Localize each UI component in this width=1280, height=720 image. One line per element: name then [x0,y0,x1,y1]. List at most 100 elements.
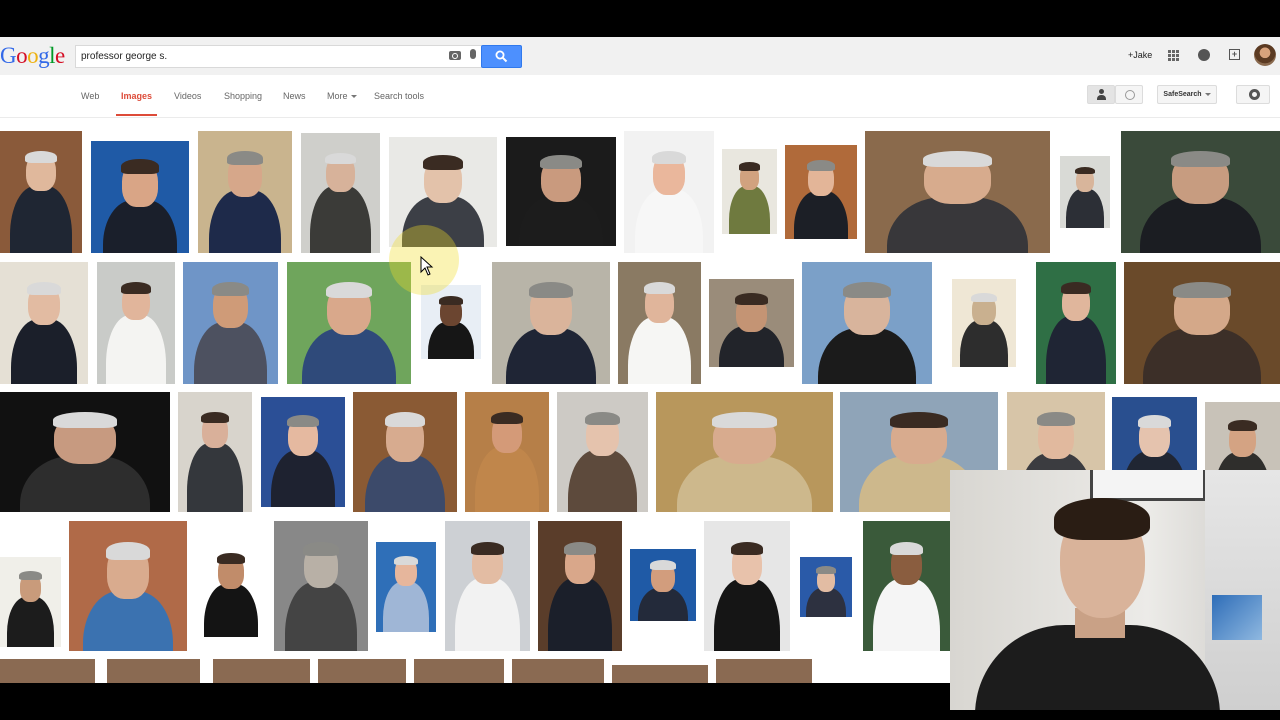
camera-icon[interactable] [449,51,461,60]
search-input[interactable] [81,48,431,64]
image-result-thumbnail[interactable] [261,397,345,507]
search-nav: Web Images Videos Shopping News More Sea… [0,75,1280,118]
image-result-thumbnail[interactable] [195,537,267,637]
image-result-thumbnail[interactable] [445,521,530,651]
thumbnail-person-hair [325,152,356,165]
image-result-thumbnail[interactable] [91,141,189,253]
image-result-thumbnail[interactable] [353,392,457,512]
settings-button[interactable] [1236,85,1270,104]
image-result-thumbnail[interactable] [0,131,82,253]
image-result-thumbnail[interactable] [785,145,857,239]
tab-news[interactable]: News [283,91,306,101]
thumbnail-person-hair [121,159,159,174]
webcam-shelf [1205,470,1280,710]
thumbnail-person-hair [1228,419,1257,432]
image-result-thumbnail[interactable] [465,392,549,512]
thumbnail-person-body [567,449,638,512]
image-result-thumbnail[interactable] [0,392,170,512]
image-result-thumbnail[interactable] [301,133,380,253]
microphone-icon[interactable] [470,49,476,59]
image-result-thumbnail[interactable] [722,149,777,234]
share-plus-icon[interactable]: + [1229,49,1240,60]
tab-shopping[interactable]: Shopping [224,91,262,101]
image-result-thumbnail[interactable] [1124,262,1280,384]
tab-search-tools[interactable]: Search tools [374,91,424,101]
image-result-thumbnail[interactable] [709,279,794,367]
thumbnail-person-body [959,320,1009,367]
thumbnail-person-body [1045,315,1107,384]
tab-more[interactable]: More [327,91,357,101]
webcam-overlay [950,470,1280,710]
image-result-thumbnail[interactable] [69,521,187,651]
notifications-icon[interactable] [1198,49,1210,61]
image-result-thumbnail[interactable] [318,659,406,683]
image-result-thumbnail[interactable] [802,262,932,384]
thumbnail-person-body [634,188,704,253]
thumbnail-person-hair [738,162,761,171]
image-result-thumbnail[interactable] [800,557,852,617]
image-result-thumbnail[interactable] [107,659,200,683]
image-result-thumbnail[interactable] [0,557,61,647]
image-result-thumbnail[interactable] [512,659,604,683]
image-result-thumbnail[interactable] [414,659,504,683]
tab-web[interactable]: Web [81,91,99,101]
thumbnail-person-body [9,185,73,253]
image-result-thumbnail[interactable] [612,665,708,683]
image-result-thumbnail[interactable] [624,131,714,253]
thumbnail-person-hair [490,411,524,425]
chevron-down-icon [350,95,357,99]
thumbnail-person-hair [540,154,582,170]
thumbnail-person-hair [227,150,263,166]
image-result-thumbnail[interactable] [506,137,616,246]
image-result-thumbnail[interactable] [198,131,292,253]
image-result-thumbnail[interactable] [183,262,278,384]
image-result-thumbnail[interactable] [630,549,696,621]
tab-videos[interactable]: Videos [174,91,201,101]
image-result-thumbnail[interactable] [557,392,648,512]
image-result-thumbnail[interactable] [0,659,95,683]
image-result-thumbnail[interactable] [1121,131,1280,253]
tab-images[interactable]: Images [121,91,152,101]
image-result-thumbnail[interactable] [656,392,833,512]
image-result-thumbnail[interactable] [865,131,1050,253]
thumbnail-person-hair [1138,414,1171,428]
avatar[interactable] [1254,44,1276,66]
image-result-thumbnail[interactable] [376,542,436,632]
image-result-thumbnail[interactable] [492,262,610,384]
thumbnail-person-body [301,327,397,384]
top-bar: Google +Jake + [0,37,1280,75]
image-result-thumbnail[interactable] [178,392,252,512]
image-result-thumbnail[interactable] [421,285,481,359]
globe-icon[interactable] [1115,85,1143,104]
image-result-thumbnail[interactable] [704,521,790,651]
image-result-thumbnail[interactable] [863,521,950,651]
thumbnail-person-hair [585,411,620,426]
webcam-wall-frame [1090,470,1206,501]
thumbnail-person-body [719,326,784,367]
image-result-thumbnail[interactable] [952,279,1016,367]
image-result-thumbnail[interactable] [97,262,175,384]
image-result-thumbnail[interactable] [0,262,88,384]
user-name-link[interactable]: +Jake [1128,50,1152,60]
image-result-thumbnail[interactable] [538,521,622,651]
apps-grid-icon[interactable] [1168,50,1179,61]
image-result-thumbnail[interactable] [274,521,368,651]
search-button[interactable] [481,45,522,68]
google-logo[interactable]: Google [0,43,65,69]
thumbnail-person-hair [212,281,249,297]
thumbnail-person-body [455,578,520,651]
image-result-thumbnail[interactable] [618,262,701,384]
image-result-thumbnail[interactable] [213,659,310,683]
personal-results-icon[interactable] [1087,85,1115,104]
thumbnail-person-hair [889,542,924,556]
image-result-thumbnail[interactable] [1060,156,1110,228]
safesearch-dropdown[interactable]: SafeSearch [1157,85,1217,104]
tab-more-label: More [327,91,348,101]
image-result-thumbnail[interactable] [1036,262,1116,384]
image-result-thumbnail[interactable] [287,262,411,384]
thumbnail-person-body [817,327,917,384]
thumbnail-person-body [203,583,259,637]
thumbnail-person-body [186,443,244,512]
thumbnail-person-hair [1060,281,1092,294]
image-result-thumbnail[interactable] [716,659,812,683]
